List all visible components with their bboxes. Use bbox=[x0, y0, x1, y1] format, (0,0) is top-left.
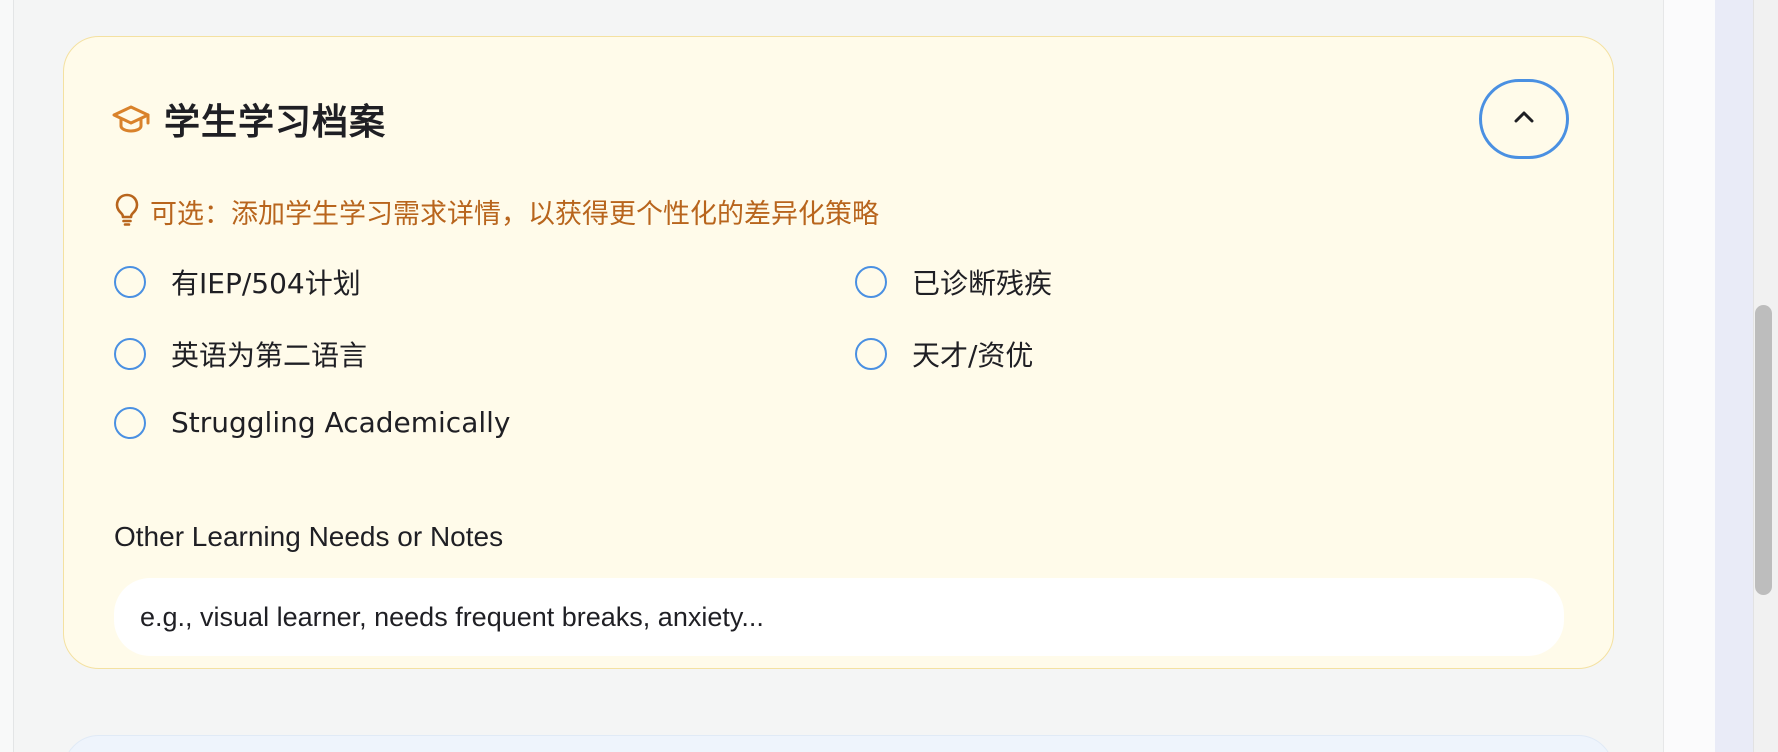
option-label: 已诊断残疾 bbox=[912, 267, 1053, 300]
notes-label: Other Learning Needs or Notes bbox=[114, 521, 504, 552]
option-label: 英语为第二语言 bbox=[171, 339, 368, 372]
radio-button[interactable] bbox=[114, 338, 146, 370]
hint-text: 可选：添加学生学习需求详情，以获得更个性化的差异化策略 bbox=[150, 199, 879, 230]
option-iep-504[interactable]: 有IEP/504计划 bbox=[114, 262, 361, 302]
radio-button[interactable] bbox=[114, 406, 146, 439]
option-label: Struggling Academically bbox=[171, 406, 511, 439]
side-panel-edge bbox=[1715, 0, 1753, 752]
hint-row: 可选：添加学生学习需求详情，以获得更个性化的差异化策略 bbox=[114, 192, 879, 231]
option-diagnosed-disability[interactable]: 已诊断残疾 bbox=[855, 262, 1052, 302]
radio-button[interactable] bbox=[114, 266, 146, 298]
lightbulb-icon bbox=[114, 192, 140, 231]
option-esl[interactable]: 英语为第二语言 bbox=[114, 334, 367, 374]
card-title: 学生学习档案 bbox=[164, 102, 387, 143]
radio-button[interactable] bbox=[855, 266, 887, 298]
page-root: 学生学习档案 可选：添加学生学习需求详情，以获得更个性化的差异化策略 有IEP/ bbox=[0, 0, 1778, 752]
left-edge bbox=[0, 0, 14, 752]
collapse-button[interactable] bbox=[1479, 79, 1569, 159]
radio-button[interactable] bbox=[855, 338, 887, 370]
scrollbar-thumb[interactable] bbox=[1755, 305, 1772, 595]
notes-input[interactable] bbox=[114, 578, 1564, 656]
next-card-edge bbox=[63, 735, 1614, 752]
option-gifted[interactable]: 天才/资优 bbox=[855, 334, 1033, 374]
option-label: 天才/资优 bbox=[912, 339, 1034, 372]
right-gutter bbox=[1663, 0, 1715, 752]
graduation-cap-icon bbox=[112, 104, 150, 134]
option-struggling[interactable]: Struggling Academically bbox=[114, 406, 511, 439]
student-profile-card: 学生学习档案 可选：添加学生学习需求详情，以获得更个性化的差异化策略 有IEP/ bbox=[63, 36, 1614, 669]
option-label: 有IEP/504计划 bbox=[171, 267, 361, 300]
chevron-up-icon bbox=[1512, 109, 1536, 130]
card-header: 学生学习档案 bbox=[112, 93, 386, 145]
